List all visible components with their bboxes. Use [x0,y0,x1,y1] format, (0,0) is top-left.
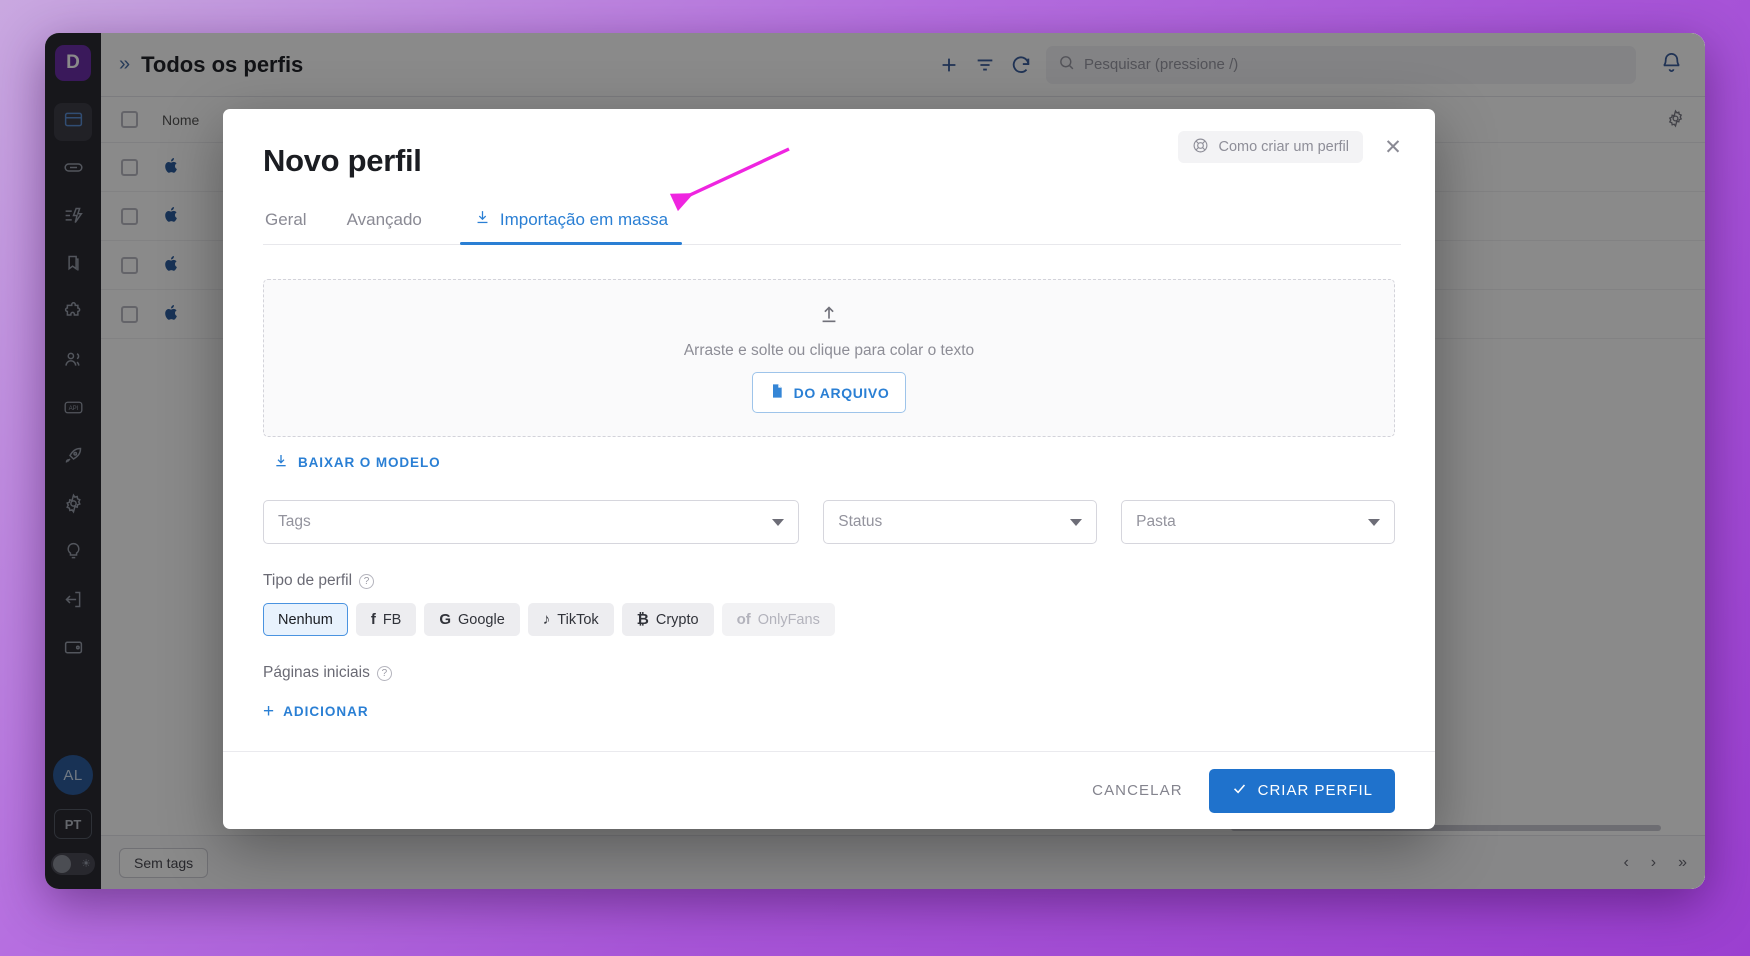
tab-geral[interactable]: Geral [263,199,309,244]
question-icon[interactable]: ? [376,665,392,681]
start-pages-label-row: Páginas iniciais ? [263,664,1395,682]
filters-row: Tags Status Pasta [263,500,1395,544]
from-file-button[interactable]: DO ARQUIVO [751,372,907,413]
tags-select-value: Tags [278,513,311,530]
file-icon [769,382,785,403]
question-icon[interactable]: ? [359,573,375,589]
download-icon [273,453,289,472]
profile-type-chip-crypto[interactable]: ₿ Crypto [621,603,714,636]
modal-tabs: Geral Avançado Importação em massa [263,199,1401,245]
annotation-arrow [669,147,790,212]
how-to-create-profile-button[interactable]: Como criar um perfil [1178,131,1363,163]
close-icon[interactable]: ✕ [1381,135,1405,159]
profile-type-chip-nenhum-label: Nenhum [278,611,333,628]
status-select[interactable]: Status [823,500,1098,544]
app-window: D API AL PT ☀ » Todos os perfis Pesquisa… [45,33,1705,889]
tags-select[interactable]: Tags [263,500,800,544]
google-icon: G [439,611,452,628]
folder-select-value: Pasta [1136,513,1176,530]
plus-icon: + [263,701,276,722]
profile-type-chip-nenhum[interactable]: Nenhum [263,603,348,636]
upload-icon [818,303,840,330]
modal-header: Como criar um perfil ✕ Novo perfil Geral… [223,109,1435,245]
create-profile-button[interactable]: CRIAR PERFIL [1208,768,1395,813]
tab-avancado-label: Avançado [346,210,422,229]
profile-type-chip-tiktok[interactable]: ♪ TikTok [527,603,614,636]
profile-type-chip-onlyfans-label: OnlyFans [757,611,820,628]
profile-type-chip-google[interactable]: G Google [424,603,520,636]
profile-type-chip-onlyfans[interactable]: of OnlyFans [721,603,835,636]
file-dropzone[interactable]: Arraste e solte ou clique para colar o t… [263,279,1395,437]
tab-importacao-em-massa[interactable]: Importação em massa [459,199,683,245]
check-icon [1231,780,1248,801]
download-template-button[interactable]: BAIXAR O MODELO [273,453,441,472]
tab-importacao-label: Importação em massa [499,210,669,229]
status-select-value: Status [838,513,883,530]
from-file-label: DO ARQUIVO [793,384,890,401]
profile-type-label-row: Tipo de perfil ? [263,572,1395,590]
tab-geral-label: Geral [265,210,307,229]
chevron-down-icon [772,518,785,526]
add-start-page-label: ADICIONAR [283,704,369,719]
profile-type-chips: Nenhum f FB G Google ♪ TikTok ₿ Crypto o… [263,603,1395,636]
chevron-down-icon [1367,518,1380,526]
profile-type-chip-tiktok-label: TikTok [557,611,599,628]
download-template-label: BAIXAR O MODELO [298,455,441,470]
facebook-icon: f [370,611,376,628]
profile-type-chip-google-label: Google [458,611,505,628]
profile-type-chip-fb[interactable]: f FB [355,603,417,636]
download-icon [474,209,491,231]
tab-avancado[interactable]: Avançado [345,199,424,244]
tiktok-icon: ♪ [542,611,551,628]
profile-type-chip-fb-label: FB [382,611,402,628]
create-profile-label: CRIAR PERFIL [1257,782,1373,799]
modal-body: Arraste e solte ou clique para colar o t… [223,245,1435,751]
bitcoin-icon: ₿ [636,611,649,628]
lifebuoy-icon [1192,137,1209,158]
folder-select[interactable]: Pasta [1121,500,1395,544]
start-pages-label: Páginas iniciais [263,664,370,681]
modal-footer: CANCELAR CRIAR PERFIL [223,751,1435,829]
chevron-down-icon [1070,518,1083,526]
help-chip-label: Como criar um perfil [1218,139,1349,155]
profile-type-chip-crypto-label: Crypto [655,611,699,628]
add-start-page-button[interactable]: + ADICIONAR [263,702,369,721]
new-profile-modal: Como criar um perfil ✕ Novo perfil Geral… [223,109,1435,829]
profile-type-label: Tipo de perfil [263,572,353,589]
dropzone-text: Arraste e solte ou clique para colar o t… [683,342,975,359]
onlyfans-icon: of [736,611,751,628]
cancel-button[interactable]: CANCELAR [1092,782,1183,799]
